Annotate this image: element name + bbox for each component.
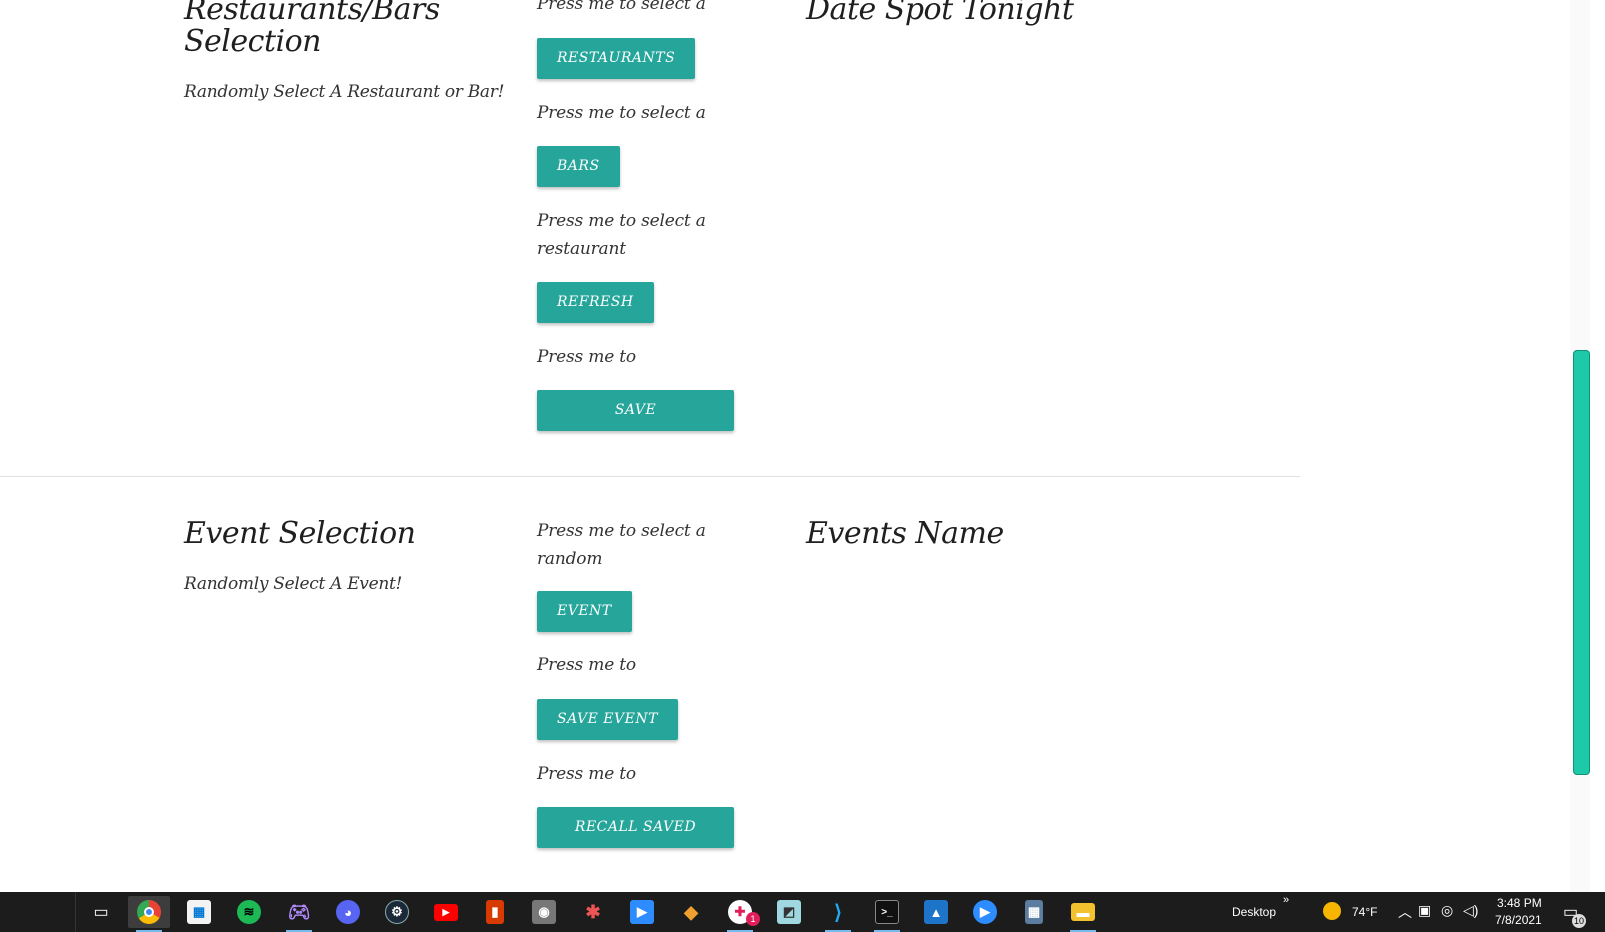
security-icon[interactable]: ▣: [1418, 902, 1431, 919]
chevron-up-icon[interactable]: ︿: [1398, 902, 1412, 922]
spotify-icon[interactable]: ≋: [228, 896, 270, 928]
store-icon[interactable]: ▦: [178, 896, 220, 928]
save-button[interactable]: SAVE: [537, 390, 734, 431]
game-controller-icon[interactable]: 🎮︎: [278, 896, 320, 932]
clock-date[interactable]: 7/8/2021: [1495, 913, 1542, 927]
save-prompt: Press me to: [537, 347, 636, 367]
slack-icon[interactable]: ✚ 1: [719, 896, 761, 932]
app-icon[interactable]: ✱: [572, 896, 614, 928]
chrome-icon[interactable]: [128, 896, 170, 932]
temperature-label[interactable]: 74°F: [1352, 905, 1377, 919]
refresh-prompt: Press me to select a restaurant: [537, 211, 706, 259]
photos-icon[interactable]: ▲: [915, 896, 957, 928]
terminal-icon[interactable]: >_: [866, 896, 908, 932]
git-icon[interactable]: ◆: [670, 896, 712, 928]
start-area[interactable]: [0, 892, 76, 932]
restaurants-prompt: Press me to select a: [537, 0, 706, 14]
event-prompt: Press me to select a random: [537, 521, 706, 569]
task-view-icon[interactable]: ▭: [80, 896, 122, 928]
save-event-button[interactable]: SAVE EVENT: [537, 699, 678, 740]
discord-icon[interactable]: ◕: [327, 896, 369, 928]
events-section-subtitle: Randomly Select A Event!: [184, 574, 403, 594]
clock-time[interactable]: 3:48 PM: [1497, 896, 1542, 910]
youtube-icon[interactable]: ▶: [425, 896, 467, 928]
save-event-prompt: Press me to: [537, 655, 636, 675]
calculator-icon[interactable]: ▦: [1013, 896, 1055, 928]
date-spot-title: Date Spot Tonight: [806, 0, 1074, 27]
volume-icon[interactable]: ◁): [1463, 902, 1478, 919]
events-name-title: Events Name: [806, 516, 1004, 551]
page-scrollbar[interactable]: [1570, 0, 1590, 892]
steam-icon[interactable]: ⚙: [376, 896, 418, 928]
restaurants-button[interactable]: RESTAURANTS: [537, 38, 696, 79]
events-section-title: Event Selection: [184, 516, 416, 551]
notepad-icon[interactable]: ◩: [768, 896, 810, 928]
zoom-meetings-icon[interactable]: ▶: [964, 896, 1006, 928]
vscode-icon[interactable]: ⟩: [817, 896, 859, 932]
slack-badge: 1: [746, 912, 760, 926]
zoom-icon[interactable]: ▶: [621, 896, 663, 928]
restaurants-section-title: Restaurants/Bars Selection: [184, 0, 440, 59]
camera-icon[interactable]: ◉: [523, 896, 565, 928]
desktop-toolbar-label[interactable]: Desktop: [1232, 905, 1276, 919]
recall-prompt: Press me to: [537, 764, 636, 784]
network-icon[interactable]: ◎: [1441, 902, 1453, 919]
office-icon[interactable]: ▮: [474, 896, 516, 928]
toolbar-expand-icon[interactable]: »: [1283, 894, 1289, 906]
bars-prompt: Press me to select a: [537, 103, 706, 123]
scrollbar-thumb[interactable]: [1573, 350, 1590, 775]
weather-icon[interactable]: [1323, 902, 1341, 923]
bars-button[interactable]: BARS: [537, 146, 620, 187]
page-content: Restaurants/Bars Selection Randomly Sele…: [0, 0, 1590, 892]
event-button[interactable]: EVENT: [537, 591, 632, 632]
windows-taskbar: ▭ ▦ ≋ 🎮︎ ◕ ⚙ ▶ ▮ ◉ ✱ ▶ ◆ ✚ 1 ◩ ⟩ >_ ▲ ▶ ▦…: [0, 892, 1605, 932]
notification-count: 10: [1572, 914, 1586, 928]
recall-saved-button[interactable]: RECALL SAVED: [537, 807, 734, 848]
refresh-button[interactable]: REFRESH: [537, 282, 654, 323]
restaurants-section-subtitle: Randomly Select A Restaurant or Bar!: [184, 82, 505, 102]
file-explorer-icon[interactable]: ▬: [1062, 896, 1104, 932]
section-divider: [0, 476, 1300, 477]
